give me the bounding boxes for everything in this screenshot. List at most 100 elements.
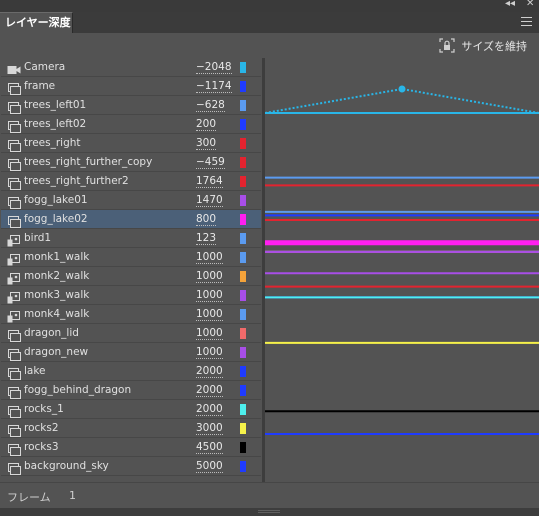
layer-color-swatch[interactable] <box>240 81 246 92</box>
layer-color-swatch[interactable] <box>240 366 246 377</box>
layer-row[interactable]: dragon_lid 1000 <box>1 324 261 343</box>
layer-row[interactable]: rocks3 4500 <box>1 438 261 457</box>
layer-color-swatch[interactable] <box>240 62 246 73</box>
resize-grip[interactable] <box>258 510 280 513</box>
tab-layer-depth[interactable]: レイヤー深度 <box>0 12 73 33</box>
puppet-icon <box>7 232 21 247</box>
layer-depth-value[interactable]: −2048 <box>196 61 232 74</box>
layer-row[interactable]: monk3_walk 1000 <box>1 286 261 305</box>
layer-icon <box>7 80 21 95</box>
layer-row[interactable]: monk1_walk 1000 <box>1 248 261 267</box>
layer-icon <box>7 175 21 190</box>
lock-icon <box>439 38 455 53</box>
layer-depth-value[interactable]: 1000 <box>196 346 223 359</box>
layer-color-swatch[interactable] <box>240 252 246 263</box>
layer-color-swatch[interactable] <box>240 100 246 111</box>
layer-row[interactable]: fogg_behind_dragon 2000 <box>1 381 261 400</box>
layer-color-swatch[interactable] <box>240 328 246 339</box>
layer-color-swatch[interactable] <box>240 233 246 244</box>
layer-row[interactable]: trees_right_further2 1764 <box>1 172 261 191</box>
layer-row[interactable]: trees_left01 −628 <box>1 96 261 115</box>
collapse-panel-button[interactable]: ◂◂ <box>505 0 515 9</box>
depth-preview <box>265 58 539 482</box>
layer-depth-value[interactable]: −1174 <box>196 80 232 93</box>
layer-icon <box>7 118 21 133</box>
layer-icon <box>7 213 21 228</box>
layer-row[interactable]: bird1 123 <box>1 229 261 248</box>
camera-position-point <box>398 85 406 93</box>
bottom-strip <box>0 508 539 516</box>
layer-depth-value[interactable]: 1000 <box>196 289 223 302</box>
layer-color-swatch[interactable] <box>240 138 246 149</box>
layer-depth-value[interactable]: 1000 <box>196 327 223 340</box>
layer-color-swatch[interactable] <box>240 271 246 282</box>
layer-color-swatch[interactable] <box>240 423 246 434</box>
layer-depth-value[interactable]: 2000 <box>196 403 223 416</box>
layer-name: trees_left01 <box>24 99 87 111</box>
camera-frustum-line <box>401 88 539 114</box>
layer-depth-value[interactable]: 1470 <box>196 194 223 207</box>
layer-depth-value[interactable]: 1000 <box>196 308 223 321</box>
keep-size-toggle[interactable]: サイズを維持 <box>439 37 527 54</box>
panel-title-strip: ◂◂ ✕ <box>0 0 539 12</box>
layer-color-swatch[interactable] <box>240 461 246 472</box>
layer-row[interactable]: dragon_new 1000 <box>1 343 261 362</box>
layer-row[interactable]: lake 2000 <box>1 362 261 381</box>
close-panel-button[interactable]: ✕ <box>526 0 534 9</box>
layer-name: monk2_walk <box>24 270 90 282</box>
layer-color-swatch[interactable] <box>240 214 246 225</box>
layer-depth-value[interactable]: 2000 <box>196 384 223 397</box>
layer-row[interactable]: frame −1174 <box>1 77 261 96</box>
layer-color-swatch[interactable] <box>240 347 246 358</box>
layer-depth-value[interactable]: 4500 <box>196 441 223 454</box>
layer-row[interactable]: monk4_walk 1000 <box>1 305 261 324</box>
layer-color-swatch[interactable] <box>240 176 246 187</box>
puppet-icon <box>7 251 21 266</box>
layer-name: bird1 <box>24 232 52 244</box>
layer-color-swatch[interactable] <box>240 385 246 396</box>
layer-depth-value[interactable]: 800 <box>196 213 217 226</box>
layer-depth-value[interactable]: 200 <box>196 118 217 131</box>
layer-color-swatch[interactable] <box>240 442 246 453</box>
layer-depth-value[interactable]: 3000 <box>196 422 223 435</box>
layer-row[interactable]: trees_right 300 <box>1 134 261 153</box>
layer-color-swatch[interactable] <box>240 195 246 206</box>
layer-name: monk4_walk <box>24 308 90 320</box>
layer-color-swatch[interactable] <box>240 119 246 130</box>
layer-depth-value[interactable]: −628 <box>196 99 225 112</box>
layer-name: rocks_1 <box>24 403 64 415</box>
layer-icon <box>7 99 21 114</box>
layer-row[interactable]: trees_right_further_copy −459 <box>1 153 261 172</box>
layer-depth-value[interactable]: 1764 <box>196 175 223 188</box>
layer-row[interactable]: fogg_lake01 1470 <box>1 191 261 210</box>
layer-depth-value[interactable]: 2000 <box>196 365 223 378</box>
layer-depth-value[interactable]: 1000 <box>196 270 223 283</box>
layer-row[interactable]: background_sky 5000 <box>1 457 261 476</box>
camera-frustum-line <box>265 88 403 114</box>
puppet-icon <box>7 308 21 323</box>
layer-name: trees_right_further_copy <box>24 156 153 168</box>
camera-icon <box>7 61 21 74</box>
layer-depth-value[interactable]: 1000 <box>196 251 223 264</box>
layer-name: monk3_walk <box>24 289 90 301</box>
layer-icon <box>7 460 21 475</box>
layer-name: monk1_walk <box>24 251 90 263</box>
layer-color-swatch[interactable] <box>240 309 246 320</box>
layer-depth-value[interactable]: 5000 <box>196 460 223 473</box>
layer-depth-value[interactable]: 123 <box>196 232 217 245</box>
layer-row[interactable]: rocks_1 2000 <box>1 400 261 419</box>
layer-color-swatch[interactable] <box>240 157 246 168</box>
layer-row[interactable]: fogg_lake02 800 <box>1 210 261 229</box>
layer-row[interactable]: rocks2 3000 <box>1 419 261 438</box>
layer-color-swatch[interactable] <box>240 404 246 415</box>
layer-color-swatch[interactable] <box>240 290 246 301</box>
layer-depth-value[interactable]: −459 <box>196 156 225 169</box>
layer-row[interactable]: monk2_walk 1000 <box>1 267 261 286</box>
puppet-icon <box>7 289 21 304</box>
layer-depth-value[interactable]: 300 <box>196 137 217 150</box>
layer-row[interactable]: trees_left02 200 <box>1 115 261 134</box>
layer-row[interactable]: Camera −2048 <box>1 58 261 77</box>
layer-name: dragon_new <box>24 346 89 358</box>
hamburger-menu-icon[interactable] <box>521 17 532 26</box>
layer-name: fogg_lake01 <box>24 194 88 206</box>
